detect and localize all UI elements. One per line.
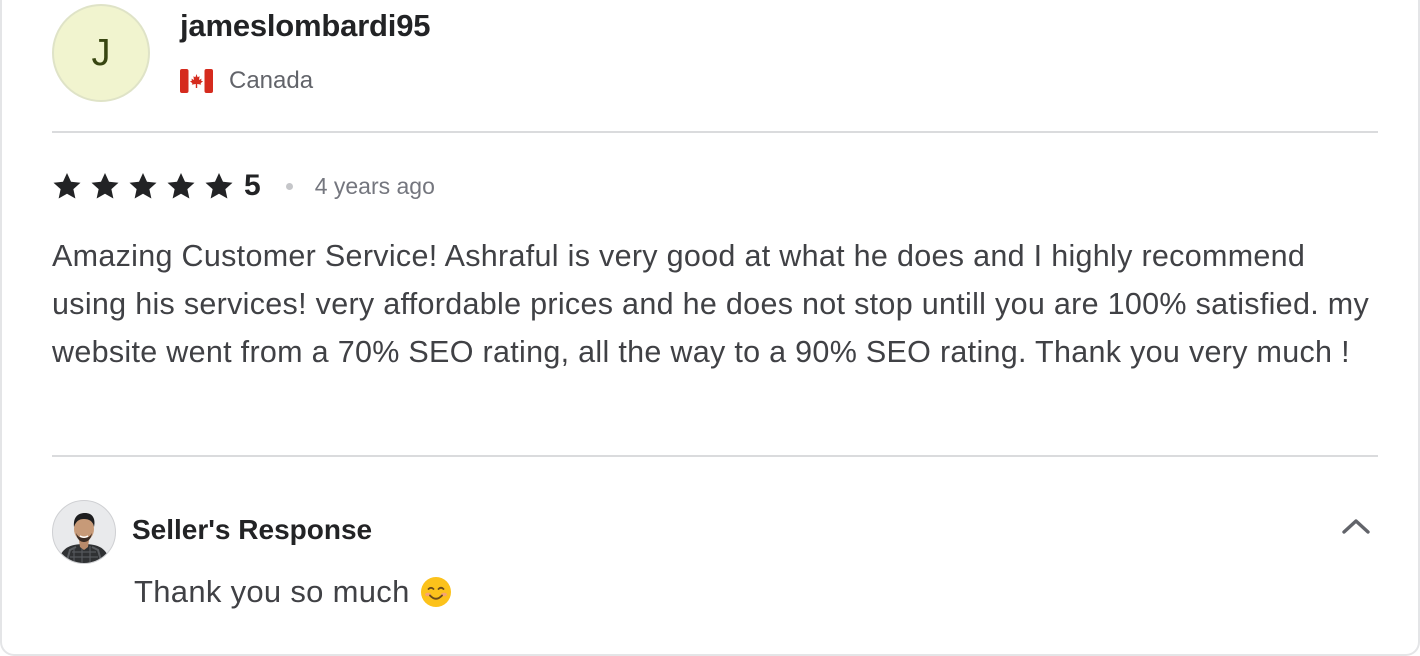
star-icon [53, 173, 81, 199]
seller-avatar [52, 500, 116, 564]
collapse-response-button[interactable] [1336, 508, 1376, 544]
seller-response-text: Thank you so much [134, 574, 410, 609]
seller-response-body: Thank you so much [134, 574, 452, 610]
reviewer-avatar[interactable]: J [52, 4, 150, 102]
rating-value: 5 [244, 169, 261, 202]
review-text: Amazing Customer Service! Ashraful is ve… [52, 239, 1370, 369]
star-rating [52, 171, 242, 201]
star-icon [167, 173, 195, 199]
seller-response-title: Seller's Response [132, 514, 373, 545]
seller-response-header[interactable]: Seller's Response [52, 500, 1378, 564]
star-icon [91, 173, 119, 199]
divider [52, 455, 1378, 457]
canada-flag-icon [180, 69, 213, 93]
reviewer-country-row: Canada [180, 66, 313, 96]
review-card: J jameslombardi95 Canada 5 4 years ago A… [0, 0, 1420, 656]
reviewer-country: Canada [229, 67, 314, 94]
rating-row: 5 4 years ago [52, 164, 435, 208]
reviewer-header: J jameslombardi95 Canada [52, 4, 1378, 102]
star-icon [129, 173, 157, 199]
chevron-up-icon [1342, 519, 1370, 534]
reviewer-username[interactable]: jameslombardi95 [180, 8, 430, 44]
review-time: 4 years ago [314, 172, 435, 199]
smiling-face-icon [420, 577, 451, 607]
star-icon [205, 173, 233, 199]
separator-dot [285, 182, 293, 190]
divider [52, 131, 1378, 133]
